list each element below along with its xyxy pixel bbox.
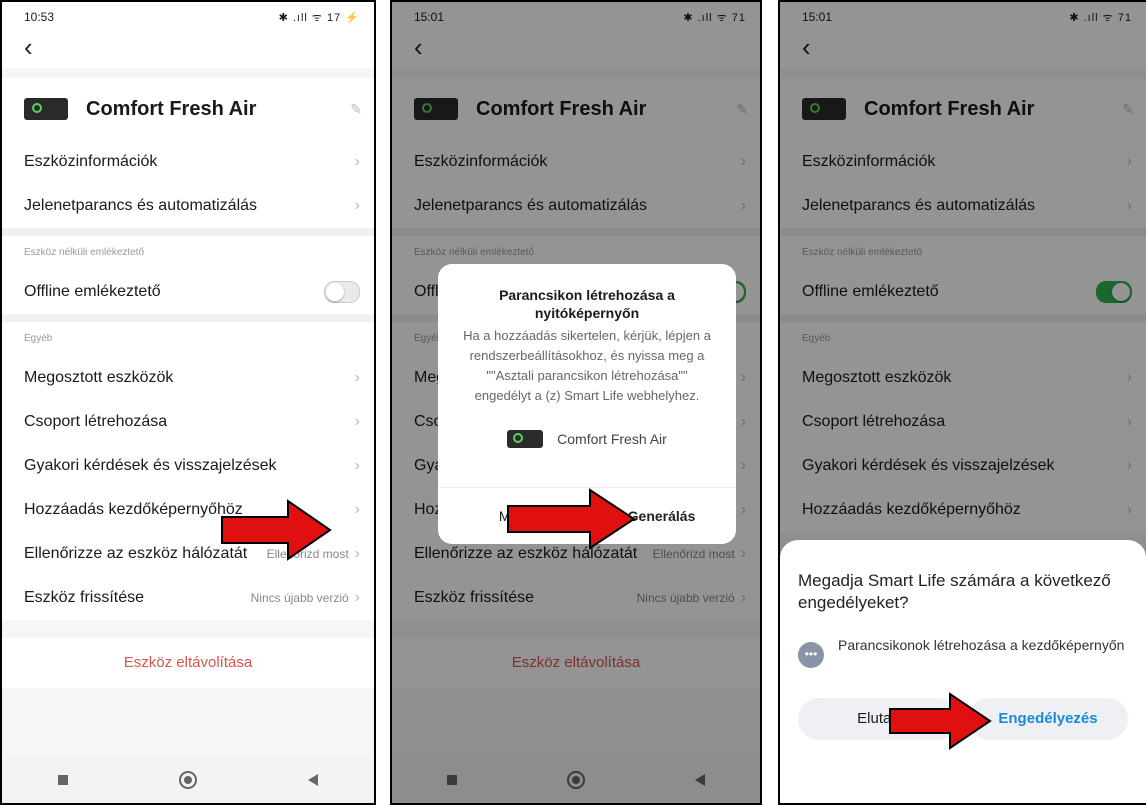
menu-item-info[interactable]: Eszközinformációk › <box>2 140 374 184</box>
device-icon <box>24 98 68 120</box>
red-arrow-icon <box>889 692 992 750</box>
remove-device-button[interactable]: Eszköz eltávolítása <box>2 638 374 688</box>
nav-bar <box>2 757 374 803</box>
more-icon: ••• <box>798 642 824 668</box>
status-icons: ✱ .ıll ᯤ 17 ⚡ <box>278 11 360 24</box>
dialog-title: Parancsikon létrehozása a nyitóképernyőn <box>499 287 675 321</box>
phone-screen-2: 15:01 ✱ .ıll ᯤ 71 ‹ Comfort Fresh Air ✎ E… <box>390 0 762 805</box>
back-nav-icon[interactable] <box>308 774 319 786</box>
permission-sheet: Megadja Smart Life számára a következő e… <box>780 540 1146 803</box>
section-other: Egyéb <box>2 322 374 356</box>
device-name: Comfort Fresh Air <box>86 97 257 120</box>
device-icon <box>507 430 544 448</box>
status-time: 10:53 <box>24 10 55 24</box>
chevron-right-icon: › <box>354 197 360 214</box>
menu-item-offline: Offline emlékeztető <box>2 270 374 314</box>
red-arrow-icon <box>221 499 332 561</box>
permission-item: ••• Parancsikonok létrehozása a kezdőkép… <box>798 636 1128 668</box>
back-icon[interactable]: ‹ <box>2 32 374 68</box>
edit-icon[interactable]: ✎ <box>350 101 362 118</box>
offline-toggle[interactable] <box>324 281 360 303</box>
home-icon[interactable] <box>178 771 197 789</box>
red-arrow-icon <box>507 488 636 550</box>
menu-item-shared[interactable]: Megosztott eszközök› <box>2 356 374 400</box>
menu-item-update[interactable]: Eszköz frissítése Nincs újabb verzió › <box>2 576 374 620</box>
menu-item-scene[interactable]: Jelenetparancs és automatizálás › <box>2 184 374 228</box>
phone-screen-1: 10:53 ✱ .ıll ᯤ 17 ⚡ ‹ Comfort Fresh Air … <box>0 0 376 805</box>
recents-icon[interactable] <box>57 775 68 785</box>
dialog-body: Ha a hozzáadás sikertelen, kérjük, lépje… <box>463 328 711 403</box>
dialog-device: Comfort Fresh Air <box>438 430 736 448</box>
menu-item-group[interactable]: Csoport létrehozása› <box>2 400 374 444</box>
phone-screen-3: 15:01 ✱ .ıll ᯤ 71 ‹ Comfort Fresh Air ✎ E… <box>778 0 1146 805</box>
allow-button[interactable]: Engedélyezés <box>968 698 1128 740</box>
permission-question: Megadja Smart Life számára a következő e… <box>798 571 1111 612</box>
device-header: Comfort Fresh Air ✎ <box>2 78 374 140</box>
chevron-right-icon: › <box>354 153 360 170</box>
section-offline: Eszköz nélküli emlékeztető <box>2 236 374 270</box>
status-bar: 10:53 ✱ .ıll ᯤ 17 ⚡ <box>2 2 374 32</box>
menu-item-faq[interactable]: Gyakori kérdések és visszajelzések› <box>2 444 374 488</box>
